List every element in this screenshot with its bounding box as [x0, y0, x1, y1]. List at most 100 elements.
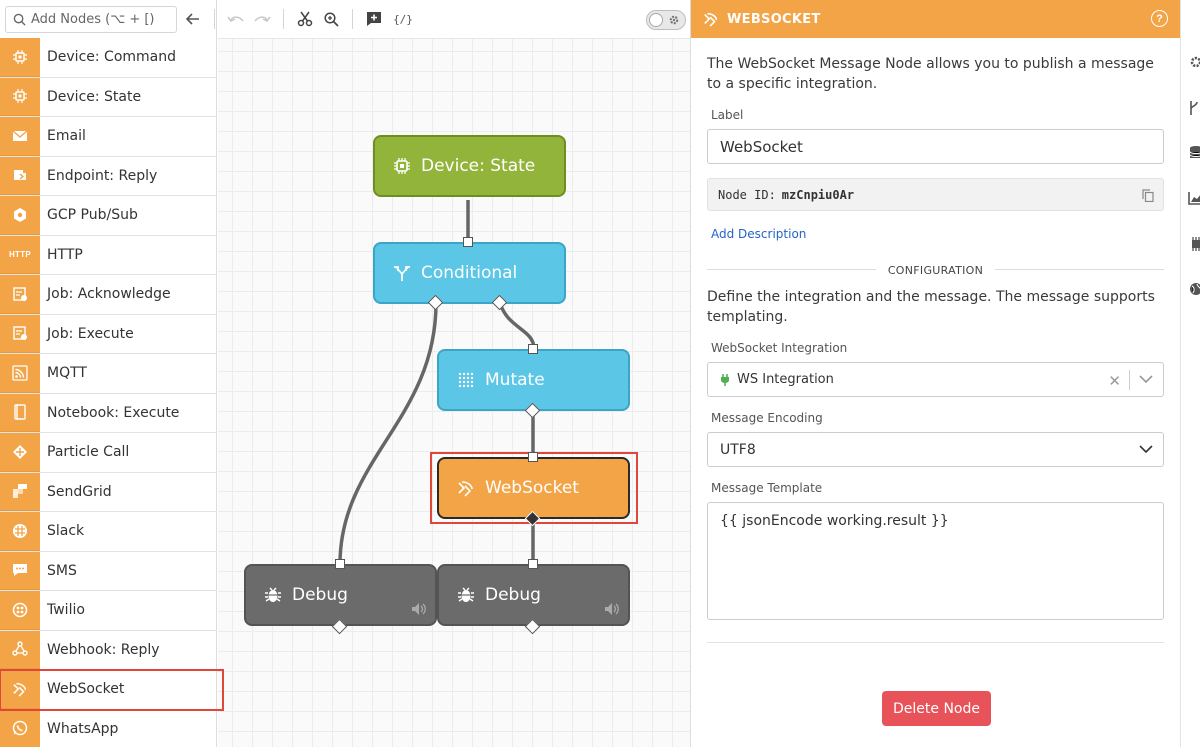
input-port[interactable]	[528, 452, 538, 462]
toggle-knob	[649, 13, 663, 27]
chip-icon	[393, 157, 411, 175]
palette-item-label: Slack	[47, 523, 85, 540]
speaker-icon[interactable]	[604, 602, 620, 616]
node-id-label: Node ID:	[718, 187, 776, 202]
toolbar-divider	[352, 9, 353, 29]
zoom-button[interactable]	[318, 6, 344, 32]
arrow-left-icon	[186, 13, 199, 25]
chevron-down-icon[interactable]	[1139, 374, 1153, 384]
wire-conditional-to-mutate[interactable]	[498, 302, 536, 350]
clear-icon[interactable]: ✕	[1108, 372, 1121, 390]
palette-item-particle-call[interactable]: Particle Call	[0, 433, 217, 473]
bug-icon	[457, 586, 475, 604]
canvas-mode-toggle[interactable]	[646, 10, 686, 30]
palette-item-twilio[interactable]: Twilio	[0, 591, 217, 631]
palette-item-http[interactable]: HTTP HTTP	[0, 235, 217, 275]
select-divider	[1129, 370, 1130, 390]
flow-node-label: WebSocket	[485, 478, 579, 498]
palette-item-label: SendGrid	[47, 483, 112, 500]
configuration-description: Define the integration and the message. …	[707, 289, 1155, 325]
help-icon[interactable]: ?	[1151, 10, 1168, 27]
palette-item-device-command[interactable]: Device: Command	[0, 38, 217, 78]
collapse-palette-button[interactable]	[180, 6, 206, 32]
branch-icon[interactable]	[1187, 100, 1200, 116]
wire-conditional-to-debug[interactable]	[338, 302, 438, 565]
palette-item-websocket[interactable]: WebSocket	[0, 669, 224, 711]
input-port[interactable]	[528, 344, 538, 354]
input-port[interactable]	[528, 559, 538, 569]
redo-icon	[254, 16, 271, 22]
palette-item-job-execute[interactable]: Job: Execute	[0, 314, 217, 354]
flow-node-debug-2[interactable]: Debug	[437, 564, 630, 626]
workflow-canvas[interactable]: Device: State Conditional Mutate WebSock…	[218, 38, 690, 747]
input-port[interactable]	[463, 237, 473, 247]
flow-node-mutate[interactable]: Mutate	[437, 349, 630, 411]
speaker-icon[interactable]	[411, 602, 427, 616]
flow-node-label: Mutate	[485, 370, 545, 390]
chip-icon	[0, 77, 40, 116]
palette-item-label: Notebook: Execute	[47, 404, 180, 421]
add-description-link[interactable]: Add Description	[711, 227, 806, 241]
branch-icon	[393, 264, 411, 282]
side-rail	[1180, 0, 1200, 747]
node-palette: Device: Command Device: State Email Endpoin…	[0, 0, 224, 747]
cut-button[interactable]	[292, 6, 318, 32]
palette-item-webhook-reply[interactable]: Webhook: Reply	[0, 630, 217, 670]
add-node-button[interactable]	[361, 6, 387, 32]
message-encoding-select[interactable]: UTF8	[707, 432, 1164, 467]
palette-item-sendgrid[interactable]: SendGrid	[0, 472, 217, 512]
palette-item-job-acknowledge[interactable]: Job: Acknowledge	[0, 275, 217, 315]
palette-item-sms[interactable]: SMS	[0, 551, 217, 591]
flow-node-label: Device: State	[421, 156, 536, 176]
flow-node-label: Debug	[292, 585, 348, 605]
twilio-icon	[0, 591, 40, 630]
undo-button[interactable]	[223, 6, 249, 32]
palette-item-label: Device: Command	[47, 49, 177, 66]
palette-item-endpoint-reply[interactable]: Endpoint: Reply	[0, 156, 217, 196]
message-template-textarea[interactable]	[707, 502, 1164, 620]
code-icon: {/}	[393, 12, 413, 26]
palette-item-device-state[interactable]: Device: State	[0, 77, 217, 117]
node-id-value: mzCnpiu0Ar	[781, 187, 855, 202]
panel-title: WEBSOCKET	[727, 11, 821, 27]
input-port[interactable]	[335, 559, 345, 569]
flow-node-websocket[interactable]: WebSocket	[437, 457, 630, 519]
add-nodes-search[interactable]	[5, 6, 177, 33]
canvas-toolbar: {/}	[180, 0, 690, 38]
database-icon[interactable]	[1187, 145, 1200, 161]
palette-item-slack[interactable]: Slack	[0, 512, 217, 552]
flow-node-device-state[interactable]: Device: State	[373, 135, 566, 197]
websocket-integration-select[interactable]: WS Integration ✕	[707, 362, 1164, 397]
palette-item-email[interactable]: Email	[0, 117, 217, 157]
copy-icon[interactable]	[1142, 189, 1154, 202]
flow-node-conditional[interactable]: Conditional	[373, 242, 566, 304]
job-icon	[0, 314, 40, 353]
flow-node-debug-1[interactable]: Debug	[244, 564, 437, 626]
palette-item-notebook-execute[interactable]: Notebook: Execute	[0, 393, 217, 433]
code-view-button[interactable]: {/}	[387, 6, 419, 32]
label-input[interactable]: WebSocket	[707, 129, 1164, 164]
chart-icon[interactable]	[1187, 190, 1200, 206]
envelope-icon	[0, 117, 40, 156]
gear-icon[interactable]	[1187, 54, 1200, 70]
toolbar-divider	[283, 9, 284, 29]
integration-value: WS Integration	[737, 372, 834, 387]
configuration-heading: CONFIGURATION	[875, 264, 996, 277]
redo-button[interactable]	[249, 6, 275, 32]
node-description: The WebSocket Message Node allows you to…	[707, 56, 1154, 92]
palette-item-mqtt[interactable]: MQTT	[0, 354, 217, 394]
sendgrid-icon	[0, 472, 40, 511]
notebook-icon	[0, 393, 40, 432]
integration-field-label: WebSocket Integration	[711, 341, 848, 355]
palette-item-label: Twilio	[47, 602, 85, 619]
palette-item-gcp-pub-sub[interactable]: GCP Pub/Sub	[0, 196, 217, 236]
chip-icon[interactable]	[1187, 236, 1200, 252]
search-input[interactable]	[31, 12, 171, 27]
dot-grid-icon	[457, 371, 475, 389]
delete-node-button[interactable]: Delete Node	[882, 691, 991, 726]
palette-item-label: Email	[47, 128, 86, 145]
globe-icon[interactable]	[1187, 281, 1200, 297]
palette-item-label: Particle Call	[47, 444, 130, 461]
flow-node-label: Conditional	[421, 263, 518, 283]
palette-item-whatsapp[interactable]: WhatsApp	[0, 709, 217, 747]
